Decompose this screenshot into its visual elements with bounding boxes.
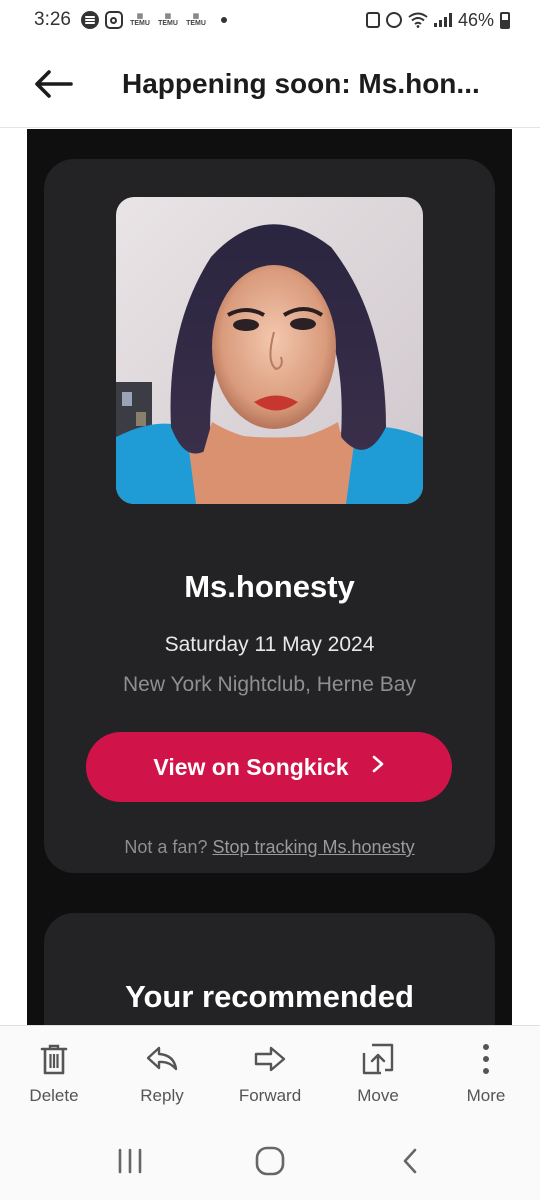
temu-icon: ▦ TEMU	[130, 13, 150, 27]
app-bar: Happening soon: Ms.hon...	[0, 40, 540, 128]
system-icons: 46%	[365, 9, 510, 31]
view-on-songkick-button[interactable]: View on Songkick	[86, 732, 452, 802]
home-button[interactable]	[240, 1136, 300, 1186]
forward-icon	[254, 1046, 286, 1072]
recommended-title: Your recommended	[125, 979, 414, 1014]
temu-icon: ▦ TEMU	[186, 13, 206, 27]
alarm-icon	[385, 12, 402, 28]
event-card: Ms.honesty Saturday 11 May 2024 New York…	[44, 159, 495, 873]
back-button[interactable]	[22, 59, 84, 109]
more-notifications-dot-icon	[220, 17, 227, 23]
move-label: Move	[357, 1086, 399, 1105]
move-icon	[362, 1043, 394, 1075]
home-icon	[255, 1146, 285, 1175]
more-button[interactable]: More	[432, 1026, 540, 1121]
event-date: Saturday 11 May 2024	[164, 633, 375, 656]
spotify-icon	[80, 11, 99, 29]
battery-percent: 46%	[457, 9, 494, 30]
delete-label: Delete	[29, 1086, 79, 1105]
recent-apps-icon	[118, 1148, 142, 1173]
recommended-card: Your recommended	[44, 913, 495, 1025]
signal-icon	[433, 13, 452, 27]
email-action-bar: Delete Reply Forward Move More	[0, 1025, 540, 1121]
chevron-right-icon	[371, 753, 385, 781]
temu-label: TEMU	[158, 20, 178, 27]
reply-label: Reply	[140, 1086, 184, 1105]
email-subject: Happening soon: Ms.hon...	[122, 67, 480, 99]
forward-button[interactable]: Forward	[216, 1026, 324, 1121]
email-body[interactable]: Ms.honesty Saturday 11 May 2024 New York…	[27, 129, 512, 1025]
reply-icon	[146, 1046, 178, 1071]
move-button[interactable]: Move	[324, 1026, 432, 1121]
temu-icon: ▦ TEMU	[158, 13, 178, 27]
event-venue: New York Nightclub, Herne Bay	[123, 673, 416, 696]
wifi-icon	[408, 12, 428, 28]
back-nav-button[interactable]	[380, 1136, 440, 1186]
more-label: More	[466, 1086, 506, 1105]
system-nav-bar	[0, 1121, 540, 1200]
artist-name: Ms.honesty	[184, 569, 355, 604]
artist-portrait-image	[116, 197, 423, 504]
notification-icons: ▦ TEMU ▦ TEMU ▦ TEMU	[80, 11, 227, 29]
delete-button[interactable]: Delete	[0, 1026, 108, 1121]
screenshot-icon	[365, 12, 380, 28]
status-bar: 3:26 ▦ TEMU ▦ TEMU ▦ TEMU 46%	[0, 0, 540, 40]
instagram-icon	[104, 11, 123, 29]
more-vertical-icon	[483, 1044, 489, 1074]
chevron-left-icon	[403, 1148, 417, 1173]
arrow-left-icon	[35, 69, 73, 98]
reply-button[interactable]: Reply	[108, 1026, 216, 1121]
unsubscribe-prefix: Not a fan?	[124, 837, 208, 857]
temu-label: TEMU	[130, 20, 150, 27]
status-time: 3:26	[34, 9, 71, 30]
stop-tracking-link[interactable]: Stop tracking Ms.honesty	[212, 837, 414, 857]
trash-icon	[40, 1044, 68, 1075]
battery-icon	[500, 11, 510, 29]
cta-label: View on Songkick	[153, 753, 349, 780]
artist-photo	[116, 197, 423, 504]
recent-apps-button[interactable]	[100, 1136, 160, 1186]
temu-label: TEMU	[186, 20, 206, 27]
unsubscribe-line: Not a fan? Stop tracking Ms.honesty	[44, 837, 495, 858]
forward-label: Forward	[238, 1086, 302, 1105]
